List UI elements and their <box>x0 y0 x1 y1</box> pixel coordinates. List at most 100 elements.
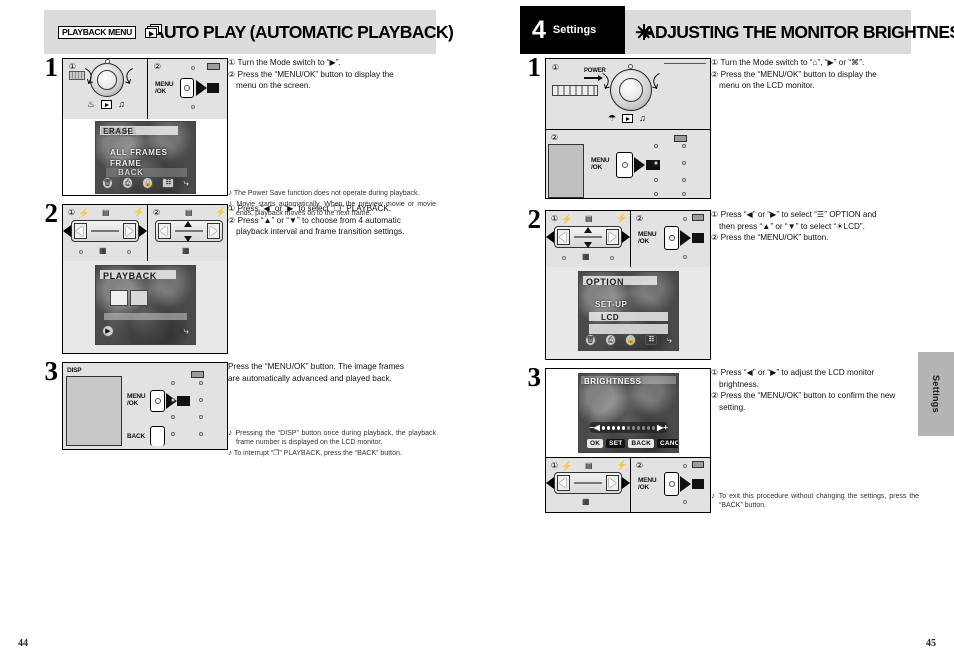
manual-page-spread: PLAYBACK MENU AUTO PLAY (AUTOMATIC PLAYB… <box>0 0 954 667</box>
menu-ok-button[interactable] <box>664 226 679 250</box>
left-page-body: 1 ① ⤵ ⤵ ♨ ♫ ② MENU /OK ERASE ERASE ALL F… <box>36 54 437 478</box>
callout-2: ② <box>635 461 644 470</box>
brightness-slider[interactable]: −◀ ▶+ <box>589 422 668 433</box>
press-indicator-arrow <box>680 230 691 246</box>
left-step-2-figure: ① ⚡ ▤ ⚡ ▦ ② ▤ ⚡ ▦ PLAYBACK ▶ ⤷ <box>62 204 228 354</box>
instruction-line: ① Turn the Mode switch to “▶”. <box>228 58 341 67</box>
flash-icon: ⚡ <box>215 207 227 217</box>
menu-ok-button[interactable] <box>616 152 633 178</box>
instruction-line: menu on the screen. <box>236 81 311 91</box>
macro-icon: ♨ <box>87 99 96 109</box>
press-indicator-tail <box>207 83 219 93</box>
zoom-tele-icon: ▦ <box>182 246 190 255</box>
flash-icon: ⚡ <box>616 460 628 470</box>
right-page-body: 1 ① POWER ⤵ ⤵ ☂ ♫ ② MENU /OK ① Turn the … <box>519 54 919 524</box>
playback-icon: ▶ <box>102 325 114 337</box>
down-arrow-icon <box>584 242 592 248</box>
callout-1: ① <box>550 214 559 223</box>
menu-ok-label: MENU/OK <box>638 231 657 245</box>
left-step-3-figure: DISP MENU/OK BACK <box>62 362 228 450</box>
instruction-line: then press “▲” or “▼” to select “☀LCD”. <box>719 221 865 231</box>
side-tab-label: Settings <box>931 375 941 413</box>
menu-ok-button[interactable] <box>150 390 165 412</box>
right-page-number: 45 <box>926 638 936 649</box>
zoom-wide-icon: ▤ <box>585 461 593 470</box>
step-number: 1 <box>44 52 59 82</box>
callout-2: ② <box>153 62 162 71</box>
settings-side-tab: Settings <box>918 352 954 436</box>
instruction-line: ② Press the “MENU/OK” button to display … <box>228 69 394 79</box>
right-step-3-notes: ♪ To exit this procedure without changin… <box>711 491 919 510</box>
ok-button-label: OK <box>587 439 604 448</box>
back-button-label: BACK <box>628 439 654 448</box>
menu-ok-label: MENU/OK <box>127 393 146 407</box>
left-page-title: AUTO PLAY (AUTOMATIC PLAYBACK) <box>151 21 454 42</box>
left-step-2-lcd-screen: PLAYBACK ▶ ⤷ <box>95 265 196 345</box>
press-indicator-tail <box>692 479 704 489</box>
zoom-tele-icon: ▦ <box>582 497 590 506</box>
slider-plus-label: ▶+ <box>657 423 668 432</box>
down-arrow-icon <box>184 236 192 242</box>
flash-icon-small: ⚡ <box>561 214 573 224</box>
right-step-2: 2 ① ⚡ ▤ ⚡ ▦ ② MENU /OK OPTION SET-UP LCD… <box>519 206 919 362</box>
trash-icon: 🗑 <box>585 334 597 346</box>
instruction-line: playback interval and frame transition s… <box>236 227 405 237</box>
zoom-tele-icon: ▦ <box>582 252 590 261</box>
left-step-3-notes: ♪ Pressing the “DISP” button once during… <box>228 428 436 458</box>
zoom-wide-icon: ▤ <box>102 208 110 217</box>
lcd-item-lcd: LCD <box>601 313 620 322</box>
press-indicator-tail <box>692 233 704 243</box>
callout-2: ② <box>152 208 161 217</box>
flash-icon-small: ⚡ <box>561 461 573 471</box>
up-arrow-icon <box>584 227 592 233</box>
lcd-monitor-area <box>548 144 584 198</box>
right-step-3-text: ① Press “◀” or “▶” to adjust the LCD mon… <box>711 368 919 511</box>
cancel-button-label: CANCEL <box>656 439 678 448</box>
left-step-1-lcd-screen: ERASE ERASE ALL FRAMES FRAME BACK 🗑 ⎙ 🔒 … <box>95 121 196 194</box>
right-step-3-lcd-screen: BRIGHTNESS −◀ ▶+ OK SET BACK CANCEL <box>578 373 679 453</box>
instruction-line: Press the “MENU/OK” button. The image fr… <box>228 362 404 371</box>
chapter-name: Settings <box>552 24 597 36</box>
step-number: 2 <box>44 198 59 228</box>
lcd-icon-row: 🗑 ⎙ 🔒 ☷ ⤷ <box>585 333 672 347</box>
lcd-option-title: OPTION <box>586 277 625 287</box>
protect-icon: 🔒 <box>625 334 637 346</box>
instruction-line: ① Press “◀” or “▶” to select “❐” PLAYBAC… <box>228 204 392 213</box>
zoom-tele-icon: ▦ <box>99 246 107 255</box>
back-button[interactable] <box>150 426 165 446</box>
menu-ok-button[interactable] <box>664 472 679 496</box>
left-page-number: 44 <box>18 638 28 649</box>
status-lcd <box>191 371 204 378</box>
right-step-2-figure: ① ⚡ ▤ ⚡ ▦ ② MENU /OK OPTION SET-UP LCD 🗑… <box>545 210 711 360</box>
right-step-2-lcd-screen: OPTION SET-UP LCD 🗑 ⎙ 🔒 ☷ ⤷ <box>578 271 679 351</box>
callout-1: ① <box>67 208 76 217</box>
movie-icon: ♫ <box>118 99 125 109</box>
note-line: ♪ To exit this procedure without changin… <box>711 491 919 510</box>
menu-ok-label: MENU/OK <box>155 81 174 95</box>
status-lcd <box>692 461 704 468</box>
right-step-1-figure: ① POWER ⤵ ⤵ ☂ ♫ ② MENU /OK <box>545 58 711 199</box>
callout-1: ① <box>551 63 560 72</box>
flash-icon: ⚡ <box>616 213 628 223</box>
press-indicator-arrow <box>196 80 207 96</box>
playback-mode-icon <box>101 100 113 109</box>
left-step-1-figure: ① ⤵ ⤵ ♨ ♫ ② MENU/OK ERASE ERASE ALL FRAM… <box>62 58 228 196</box>
return-arrow-icon: ⤷ <box>666 334 673 346</box>
movie-mode-icon: ♫ <box>639 113 646 123</box>
instruction-line: ① Turn the Mode switch to “⌂”, “▶” or “⌘… <box>711 58 865 67</box>
print-icon: ⎙ <box>122 177 134 189</box>
lcd-item-set-up: SET-UP <box>595 300 628 309</box>
zoom-wide-icon: ▤ <box>185 208 193 217</box>
set-button-label: SET <box>606 439 626 448</box>
status-lcd <box>674 135 687 142</box>
return-arrow-icon: ⤷ <box>183 325 189 337</box>
right-step-1-text: ① Turn the Mode switch to “⌂”, “▶” or “⌘… <box>711 58 919 93</box>
lcd-icon-row: 🗑 ⎙ 🔒 ☷ ⤷ <box>102 176 189 190</box>
chapter-badge: 4 Settings <box>520 6 625 54</box>
menu-icon: ☷ <box>645 335 658 345</box>
instruction-line: are automatically advanced and played ba… <box>228 373 392 383</box>
lcd-playback-title: PLAYBACK <box>103 271 157 281</box>
right-step-3-figure: BRIGHTNESS −◀ ▶+ OK SET BACK CANCEL <box>545 368 711 513</box>
instruction-line: ① Press “◀” or “▶” to select “☰” OPTION … <box>711 210 877 219</box>
menu-ok-button[interactable] <box>180 78 194 98</box>
